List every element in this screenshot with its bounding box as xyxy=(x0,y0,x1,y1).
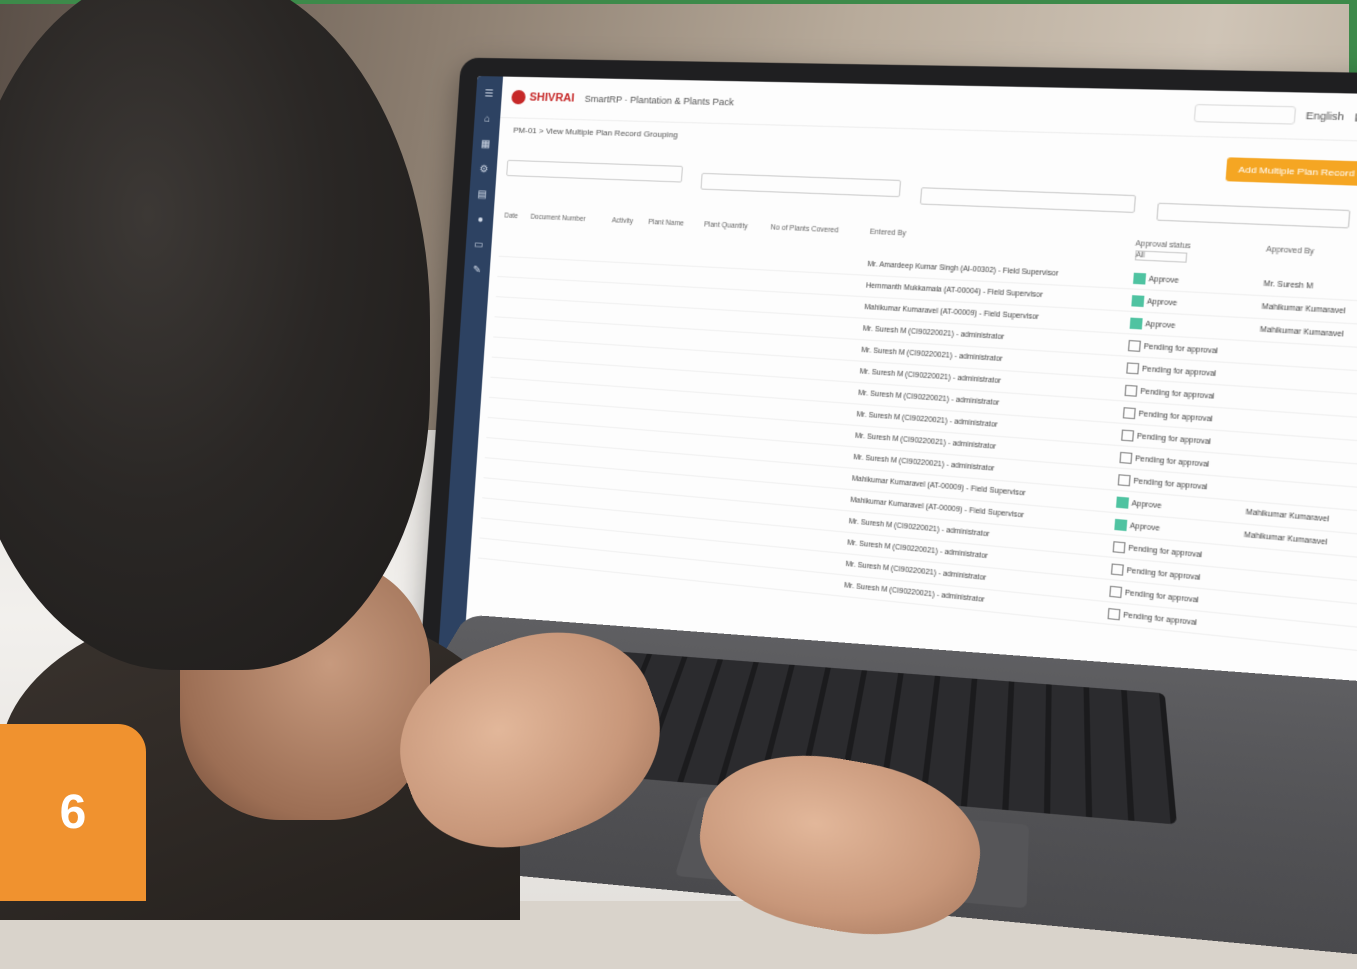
approval-status-label: Approve xyxy=(1147,297,1177,306)
date-cell xyxy=(496,276,523,298)
approval-status-label: Pending for approval xyxy=(1138,410,1213,423)
activity-cell xyxy=(602,303,640,326)
activity-cell xyxy=(594,406,632,429)
step-number-badge: 6 xyxy=(0,724,146,901)
approval-status-label: Pending for approval xyxy=(1128,544,1203,559)
date-cell xyxy=(479,518,506,541)
approval-status-label: Pending for approval xyxy=(1140,387,1215,400)
approval-status-label: Approve xyxy=(1145,320,1175,330)
approval-checkbox[interactable] xyxy=(1132,272,1145,284)
approval-status-label: Approve xyxy=(1130,522,1160,532)
wrench-icon[interactable]: ✎ xyxy=(472,265,481,277)
activity-cell xyxy=(606,242,644,264)
date-cell xyxy=(481,498,508,521)
approval-checkbox[interactable] xyxy=(1112,541,1125,553)
approval-status-label: Pending for approval xyxy=(1126,566,1201,581)
module-title: SmartRP · Plantation & Plants Pack xyxy=(584,94,734,108)
user-icon[interactable]: ● xyxy=(477,214,484,225)
approval-checkbox[interactable] xyxy=(1115,496,1128,508)
date-cell xyxy=(488,397,515,419)
approval-status-label: Pending for approval xyxy=(1142,365,1217,378)
home-icon[interactable]: ⌂ xyxy=(484,114,491,125)
date-cell xyxy=(495,297,522,319)
plant-name-cell xyxy=(621,552,678,578)
activity-cell xyxy=(596,385,634,408)
approval-checkbox[interactable] xyxy=(1122,407,1135,419)
approval-checkbox[interactable] xyxy=(1124,384,1137,396)
menu-icon[interactable]: ☰ xyxy=(484,88,494,99)
col-plant-name[interactable]: Plant Name xyxy=(644,217,702,247)
date-cell xyxy=(499,237,526,258)
approval-status-label: Pending for approval xyxy=(1135,454,1210,468)
search-input[interactable] xyxy=(1194,104,1297,125)
date-cell xyxy=(497,256,524,278)
filter-field-4[interactable] xyxy=(1156,203,1350,229)
approval-status-label: Pending for approval xyxy=(1125,589,1200,604)
brand-name: SHIVRAI xyxy=(529,91,575,104)
approval-status-label: Pending for approval xyxy=(1133,477,1208,491)
col-approval-status-label: Approval status xyxy=(1135,240,1191,250)
col-activity[interactable]: Activity xyxy=(607,215,645,244)
filter-field-3[interactable] xyxy=(920,187,1136,213)
approval-status-label: Pending for approval xyxy=(1143,342,1218,354)
filter-field-2[interactable] xyxy=(700,173,901,197)
activity-cell xyxy=(584,549,622,573)
approval-checkbox[interactable] xyxy=(1110,563,1123,575)
date-cell xyxy=(482,478,509,501)
approval-status-label: Approve xyxy=(1149,275,1179,284)
approval-checkbox[interactable] xyxy=(1119,451,1132,463)
logo-icon xyxy=(511,90,526,105)
approval-checkbox[interactable] xyxy=(1107,607,1120,619)
activity-cell xyxy=(600,323,638,346)
date-cell xyxy=(486,417,513,439)
filter-field-1[interactable] xyxy=(506,160,683,183)
approval-status-label: Approve xyxy=(1131,499,1161,509)
col-document-number[interactable]: Document Number xyxy=(526,211,609,241)
approval-checkbox[interactable] xyxy=(1126,362,1139,374)
activity-cell xyxy=(597,364,635,387)
approval-checkbox[interactable] xyxy=(1114,518,1127,530)
brand-logo: SHIVRAI xyxy=(511,90,575,106)
date-cell xyxy=(478,538,505,561)
approval-checkbox[interactable] xyxy=(1109,585,1122,597)
approval-checkbox[interactable] xyxy=(1117,474,1130,486)
approval-status-label: Pending for approval xyxy=(1137,432,1212,445)
date-cell xyxy=(484,458,511,480)
date-cell xyxy=(489,377,516,399)
settings-icon[interactable]: ⚙ xyxy=(479,164,489,175)
activity-cell xyxy=(603,282,641,305)
chart-icon[interactable]: ▤ xyxy=(477,189,487,200)
approval-checkbox[interactable] xyxy=(1127,339,1140,351)
records-table: Date Document Number Activity Plant Name… xyxy=(478,210,1357,654)
breadcrumb: PM-01 > View Multiple Plan Record Groupi… xyxy=(513,126,678,140)
file-icon[interactable]: ▭ xyxy=(474,239,484,251)
date-cell xyxy=(485,438,512,460)
topbar-actions: English ▦ ☊ xyxy=(1194,104,1357,128)
approval-status-label: Pending for approval xyxy=(1123,611,1198,627)
approval-checkbox[interactable] xyxy=(1131,295,1144,307)
col-plant-quantity[interactable]: Plant Quantity xyxy=(699,219,767,249)
person-head xyxy=(0,0,430,670)
activity-cell xyxy=(599,344,637,367)
approval-checkbox[interactable] xyxy=(1121,429,1134,441)
grid-icon[interactable]: ▦ xyxy=(481,139,491,150)
actions-cell: 🗑 ⧉ xyxy=(1353,627,1357,654)
date-cell xyxy=(492,337,519,359)
approval-checkbox[interactable] xyxy=(1129,317,1142,329)
date-cell xyxy=(493,317,520,339)
col-date[interactable]: Date xyxy=(500,210,528,238)
date-cell xyxy=(490,357,517,379)
activity-cell xyxy=(604,262,642,285)
plant-name-cell xyxy=(642,243,699,266)
language-select[interactable]: English xyxy=(1305,110,1344,122)
status-filter[interactable]: All xyxy=(1134,250,1187,263)
